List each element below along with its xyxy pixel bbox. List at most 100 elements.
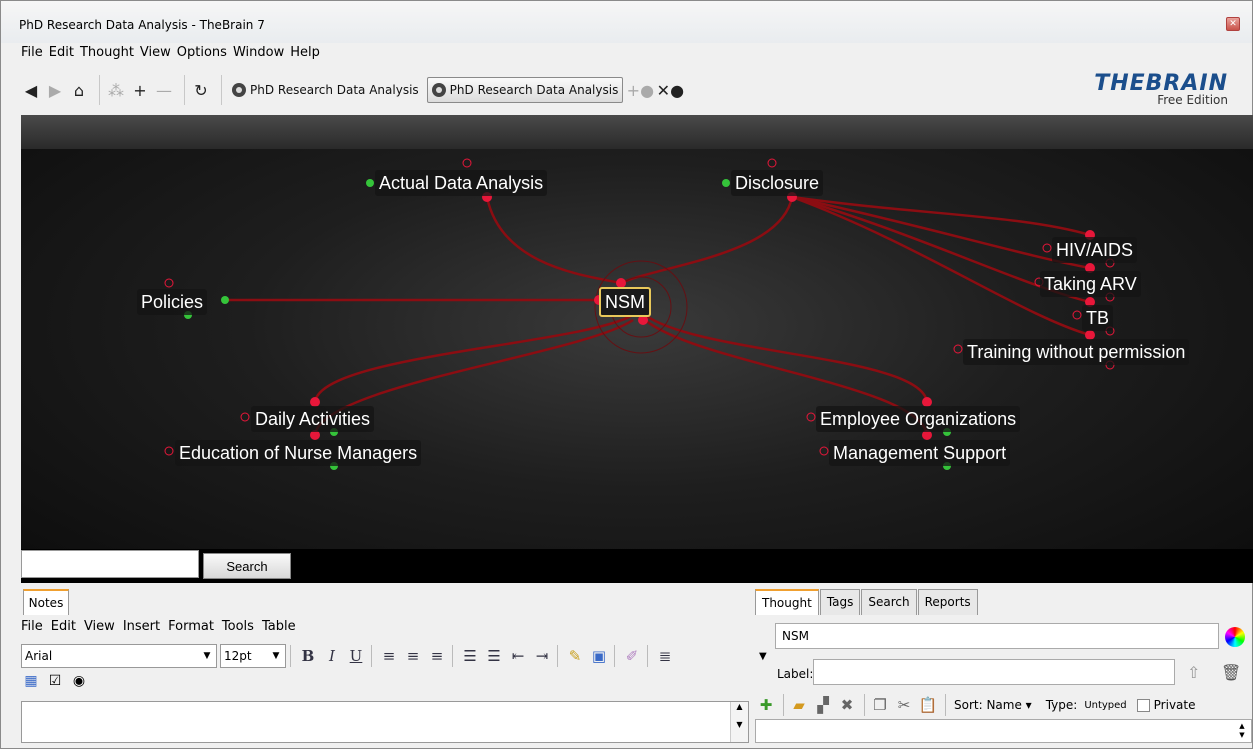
radio-icon[interactable]: ◉: [69, 673, 89, 691]
thought-node-child[interactable]: Employee Organizations: [816, 406, 1021, 432]
close-tab-icon[interactable]: ✕●: [657, 78, 684, 102]
chevron-down-icon[interactable]: ▼: [759, 651, 767, 662]
outdent-icon[interactable]: ⇤: [507, 645, 529, 667]
trash-icon[interactable]: 🗑: [1221, 663, 1241, 682]
tab-notes[interactable]: Notes: [23, 589, 69, 615]
indent-icon[interactable]: ⇥: [531, 645, 553, 667]
brain-tab-active[interactable]: PhD Research Data Analysis: [426, 77, 624, 103]
delete-icon[interactable]: ✖: [836, 694, 858, 716]
horizontal-rule-icon[interactable]: ≣: [654, 645, 676, 667]
notes-menu-file[interactable]: File: [21, 619, 43, 634]
plex-canvas[interactable]: Actual Data Analysis Disclosure Policies…: [21, 115, 1253, 583]
thought-node-child[interactable]: Training without permission: [963, 339, 1190, 365]
font-size-select[interactable]: 12pt ▼: [220, 644, 286, 668]
zoom-in-icon[interactable]: +: [130, 78, 150, 102]
italic-icon[interactable]: I: [321, 645, 343, 667]
font-select[interactable]: Arial ▼: [21, 644, 217, 668]
paste-icon[interactable]: 📋: [917, 694, 939, 716]
thought-node-child[interactable]: HIV/AIDS: [1052, 237, 1138, 263]
pin-icon[interactable]: ⇧: [1187, 663, 1200, 682]
private-checkbox[interactable]: [1136, 698, 1150, 712]
color-wheel-icon[interactable]: [1225, 627, 1245, 647]
notes-menu-table[interactable]: Table: [262, 619, 296, 634]
spinner-icon[interactable]: ▲ ▼: [1235, 722, 1249, 740]
refresh-icon[interactable]: ↻: [191, 78, 211, 102]
window-title: PhD Research Data Analysis - TheBrain 7: [19, 18, 265, 32]
menu-options[interactable]: Options: [177, 43, 227, 65]
menu-bar: File Edit Thought View Options Window He…: [1, 43, 1252, 65]
add-thought-icon[interactable]: ✚: [755, 694, 777, 716]
brain-tab[interactable]: PhD Research Data Analysis: [228, 77, 423, 103]
tab-reports[interactable]: Reports: [917, 589, 978, 615]
align-left-icon[interactable]: ≡: [378, 645, 400, 667]
thought-node-parent[interactable]: Actual Data Analysis: [375, 170, 548, 196]
menu-window[interactable]: Window: [233, 43, 284, 65]
notes-menu-view[interactable]: View: [84, 619, 115, 634]
checkbox-icon[interactable]: ☑: [45, 673, 65, 691]
toolbar-divider: [221, 75, 222, 105]
add-tab-icon[interactable]: +●: [627, 78, 654, 102]
align-center-icon[interactable]: ≡: [402, 645, 424, 667]
cut-icon[interactable]: ✂: [893, 694, 915, 716]
label-field[interactable]: [813, 659, 1175, 685]
thought-node-child[interactable]: Taking ARV: [1040, 271, 1141, 297]
search-button[interactable]: Search: [203, 553, 291, 579]
zoom-out-icon[interactable]: —: [154, 78, 174, 102]
menu-view[interactable]: View: [140, 43, 171, 65]
notes-insert-toolbar: ▦ ☑ ◉: [21, 673, 93, 691]
menu-file[interactable]: File: [21, 43, 43, 65]
layout-icon[interactable]: ⁂: [106, 78, 126, 102]
notes-menu-edit[interactable]: Edit: [51, 619, 76, 634]
thought-name-field[interactable]: NSM: [775, 623, 1219, 649]
thought-panel-tabs: Thought Tags Search Reports: [755, 589, 979, 615]
text-color-icon[interactable]: ▣: [588, 645, 610, 667]
thought-node-child[interactable]: Management Support: [829, 440, 1011, 466]
copy-icon[interactable]: ❐: [869, 694, 891, 716]
node-dot: [1072, 310, 1082, 320]
chevron-down-icon: ▼: [203, 651, 211, 661]
menu-edit[interactable]: Edit: [49, 43, 74, 65]
thought-panel: Thought Tags Search Reports NSM ▼ Label:…: [755, 587, 1252, 747]
sort-dropdown[interactable]: Sort: Name ▾: [954, 698, 1032, 712]
table-icon[interactable]: ▦: [21, 673, 41, 691]
menu-help[interactable]: Help: [290, 43, 320, 65]
folder-icon[interactable]: ▰: [788, 694, 810, 716]
node-dot: [366, 179, 374, 187]
tab-search[interactable]: Search: [861, 589, 917, 615]
active-thought[interactable]: NSM: [599, 287, 651, 317]
forward-icon[interactable]: ▶: [45, 78, 65, 102]
thought-node-jump[interactable]: Policies: [137, 289, 208, 315]
notes-menu-tools[interactable]: Tools: [222, 619, 254, 634]
thought-node-child[interactable]: Education of Nurse Managers: [175, 440, 422, 466]
clear-format-icon[interactable]: ✐: [621, 645, 643, 667]
brain-tab-label: PhD Research Data Analysis: [449, 83, 619, 97]
close-icon[interactable]: ✕: [1226, 17, 1240, 31]
link-line: [644, 313, 929, 403]
notes-menu-format[interactable]: Format: [168, 619, 214, 634]
back-icon[interactable]: ◀: [21, 78, 41, 102]
thought-node-child[interactable]: TB: [1082, 305, 1114, 331]
align-right-icon[interactable]: ≡: [426, 645, 448, 667]
bullet-list-icon[interactable]: ☰: [459, 645, 481, 667]
spellcheck-icon[interactable]: ✎: [564, 645, 586, 667]
tab-thought[interactable]: Thought: [755, 589, 819, 615]
toolbar-divider: [647, 645, 648, 667]
thought-node-parent[interactable]: Disclosure: [731, 170, 824, 196]
search-input[interactable]: [21, 550, 199, 578]
link-icon[interactable]: ▞: [812, 694, 834, 716]
app-window: PhD Research Data Analysis - TheBrain 7 …: [0, 0, 1253, 749]
tab-tags[interactable]: Tags: [819, 589, 861, 615]
thought-details-field[interactable]: ▲ ▼: [755, 719, 1252, 743]
numbered-list-icon[interactable]: ☰: [483, 645, 505, 667]
toolbar-divider: [557, 645, 558, 667]
font-size-value: 12pt: [224, 649, 252, 663]
notes-menu-insert[interactable]: Insert: [123, 619, 160, 634]
bold-icon[interactable]: B: [297, 645, 319, 667]
menu-thought[interactable]: Thought: [80, 43, 134, 65]
type-value[interactable]: Untyped: [1084, 700, 1126, 711]
thought-node-child[interactable]: Daily Activities: [251, 406, 375, 432]
notes-editor[interactable]: ▲ ▼: [21, 701, 749, 743]
notes-scrollbar[interactable]: ▲ ▼: [730, 702, 748, 742]
underline-icon[interactable]: U: [345, 645, 367, 667]
home-icon[interactable]: ⌂: [69, 78, 89, 102]
